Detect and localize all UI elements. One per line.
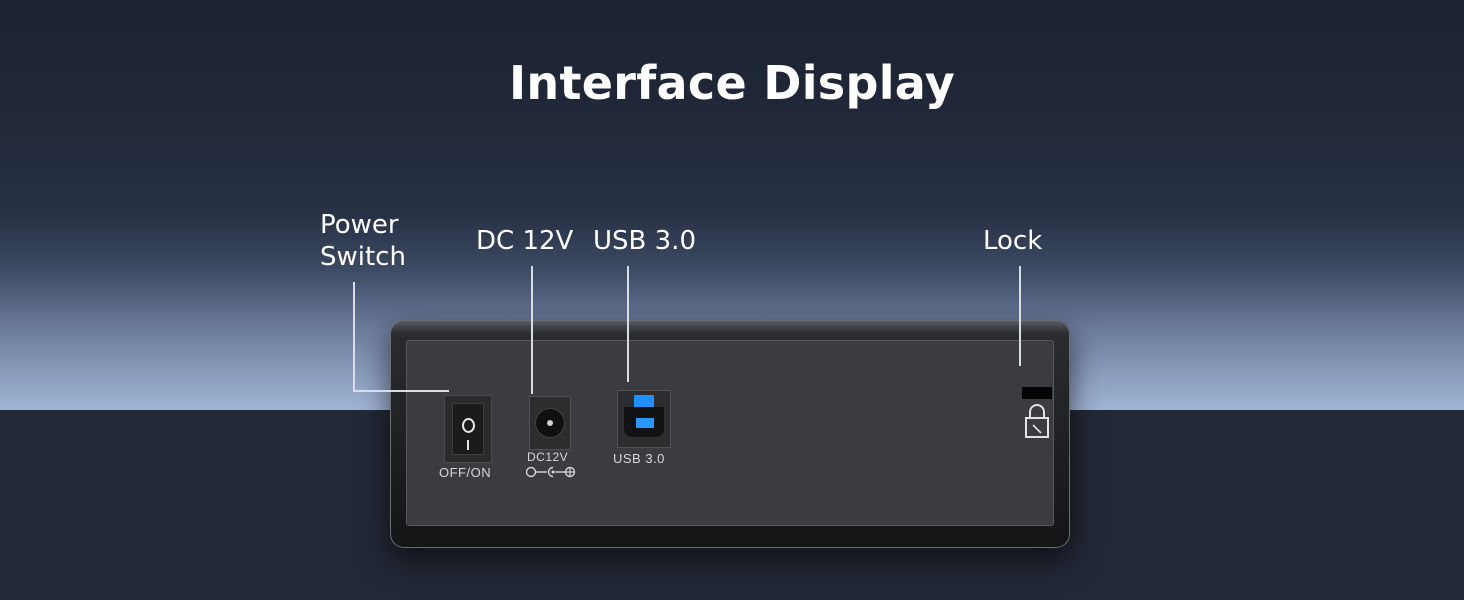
usb-3-port bbox=[617, 390, 671, 448]
lock-slot bbox=[1022, 387, 1052, 399]
page-title: Interface Display bbox=[508, 56, 955, 110]
callout-power-switch: Power Switch bbox=[320, 210, 406, 272]
leader-usb bbox=[627, 266, 629, 382]
power-switch bbox=[444, 395, 492, 463]
leader-power-v bbox=[353, 282, 355, 392]
padlock-icon bbox=[1025, 404, 1049, 438]
rear-panel: OFF/ON DC12V USB 3.0 bbox=[406, 340, 1054, 526]
callout-lock: Lock bbox=[983, 226, 1043, 256]
usb-port-body bbox=[624, 407, 664, 437]
callout-usb: USB 3.0 bbox=[593, 226, 696, 256]
switch-label: OFF/ON bbox=[439, 465, 492, 480]
dc-polarity-icon bbox=[525, 466, 576, 478]
dc-socket bbox=[535, 408, 565, 438]
usb-label: USB 3.0 bbox=[613, 451, 665, 466]
device-rear: OFF/ON DC12V USB 3.0 bbox=[390, 320, 1070, 548]
leader-power-h bbox=[353, 390, 449, 392]
callout-dc: DC 12V bbox=[476, 226, 574, 256]
dc-label: DC12V bbox=[527, 450, 569, 464]
switch-rocker bbox=[452, 403, 484, 455]
leader-lock bbox=[1019, 266, 1021, 366]
usb-port-core bbox=[636, 418, 654, 428]
dc-pin bbox=[547, 420, 553, 426]
on-symbol-icon bbox=[467, 440, 469, 450]
off-symbol-icon bbox=[462, 418, 475, 433]
leader-dc bbox=[531, 266, 533, 394]
dc-port bbox=[529, 396, 571, 450]
